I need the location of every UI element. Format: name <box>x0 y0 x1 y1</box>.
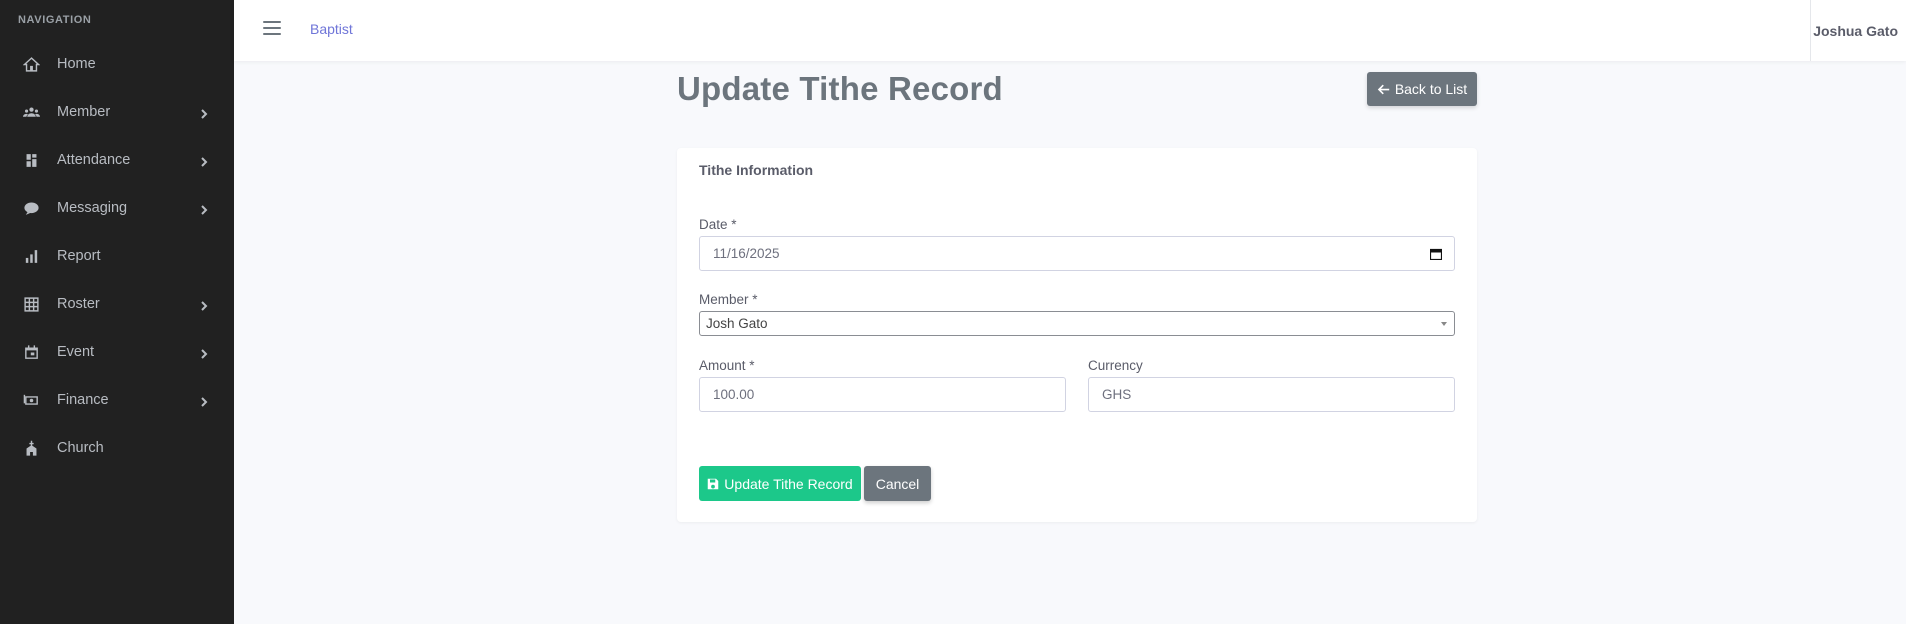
currency-value: GHS <box>1102 387 1132 402</box>
sidebar-item-roster[interactable]: Roster <box>0 282 234 326</box>
sidebar-item-church[interactable]: Church <box>0 426 234 470</box>
sidebar-item-label: Event <box>57 344 95 360</box>
nav-heading: NAVIGATION <box>18 14 92 26</box>
member-select[interactable]: Josh Gato <box>699 311 1455 336</box>
topbar: Baptist Joshua Gato <box>234 0 1906 61</box>
sidebar-item-member[interactable]: Member <box>0 90 234 134</box>
date-value: 11/16/2025 <box>713 246 780 261</box>
back-to-list-button[interactable]: Back to List <box>1367 72 1477 106</box>
update-tithe-record-button[interactable]: Update Tithe Record <box>699 466 861 501</box>
tithe-form-card: Tithe Information Date * 11/16/2025 Memb… <box>677 148 1477 522</box>
church-icon <box>22 439 40 457</box>
sidebar-item-report[interactable]: Report <box>0 234 234 278</box>
chevron-right-icon <box>199 347 209 359</box>
sidebar-item-home[interactable]: Home <box>0 42 234 86</box>
chevron-down-icon <box>1441 322 1447 326</box>
chevron-right-icon <box>199 155 209 167</box>
clipboard-check-icon <box>22 151 40 169</box>
sidebar-item-event[interactable]: Event <box>0 330 234 374</box>
user-name: Joshua Gato <box>1813 22 1898 39</box>
card-title: Tithe Information <box>699 162 814 178</box>
member-label: Member * <box>699 292 758 307</box>
save-icon <box>708 478 719 489</box>
chevron-right-icon <box>199 107 209 119</box>
roster-grid-icon <box>22 295 40 313</box>
calendar-picker-icon[interactable] <box>1429 248 1443 261</box>
currency-input[interactable]: GHS <box>1088 377 1455 412</box>
sidebar-item-attendance[interactable]: Attendance <box>0 138 234 182</box>
sidebar: NAVIGATION Home Member Attendance Messag… <box>0 0 234 624</box>
amount-input[interactable]: 100.00 <box>699 377 1066 412</box>
comment-icon <box>22 199 40 217</box>
sidebar-item-label: Roster <box>57 296 100 312</box>
sidebar-item-label: Finance <box>57 392 109 408</box>
menu-toggle-icon[interactable] <box>263 21 281 37</box>
sidebar-item-label: Attendance <box>57 152 131 168</box>
chevron-right-icon <box>199 395 209 407</box>
update-button-label: Update Tithe Record <box>724 475 853 492</box>
bar-chart-icon <box>22 247 40 265</box>
user-menu[interactable]: Joshua Gato <box>1810 0 1906 61</box>
sidebar-item-label: Member <box>57 104 111 120</box>
member-selected-value: Josh Gato <box>706 316 768 331</box>
chevron-right-icon <box>199 203 209 215</box>
chevron-right-icon <box>199 299 209 311</box>
calendar-icon <box>22 343 40 361</box>
brand-link[interactable]: Baptist <box>310 21 353 37</box>
sidebar-item-label: Church <box>57 440 104 456</box>
sidebar-item-label: Home <box>57 56 96 72</box>
page-title: Update Tithe Record <box>677 70 1003 107</box>
back-to-list-label: Back to List <box>1394 81 1468 97</box>
sidebar-item-messaging[interactable]: Messaging <box>0 186 234 230</box>
users-icon <box>22 103 40 121</box>
arrow-left-icon <box>1377 84 1389 94</box>
sidebar-item-label: Messaging <box>57 200 128 216</box>
amount-value: 100.00 <box>713 387 755 402</box>
cancel-button[interactable]: Cancel <box>864 466 931 501</box>
sidebar-item-finance[interactable]: Finance <box>0 378 234 422</box>
date-label: Date * <box>699 217 737 232</box>
currency-label: Currency <box>1088 358 1143 373</box>
sidebar-item-label: Report <box>57 248 101 264</box>
amount-label: Amount * <box>699 358 755 373</box>
date-input[interactable]: 11/16/2025 <box>699 236 1455 271</box>
money-bill-icon <box>22 391 40 409</box>
home-icon <box>22 55 40 73</box>
